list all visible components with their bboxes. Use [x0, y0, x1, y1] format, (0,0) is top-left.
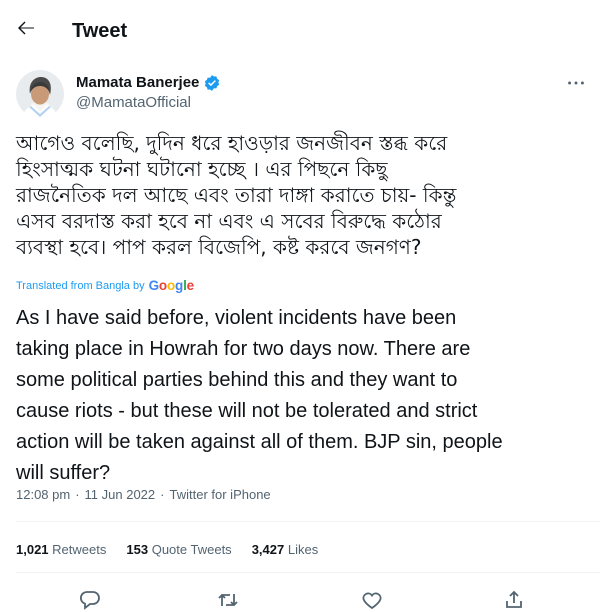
- quotes-count: 153: [126, 542, 149, 557]
- author-name: Mamata Banerjee: [76, 74, 200, 91]
- avatar[interactable]: [16, 70, 64, 118]
- tweet-line: As I have said before, violent incidents…: [16, 307, 457, 329]
- share-icon[interactable]: [502, 588, 526, 612]
- tweet-line: আগেও বলেছি, দুদিন ধরে হাওড়ার জনজীবন স্ত…: [16, 131, 448, 155]
- meta-separator: ·: [160, 487, 165, 502]
- tweet-line: ব্যবস্থা হবে। পাপ করল বিজেপি, কষ্ট করবে …: [16, 235, 422, 259]
- meta-separator: ·: [75, 487, 80, 502]
- tweet-line: some political parties behind this and t…: [16, 369, 458, 391]
- back-arrow-icon[interactable]: [14, 16, 38, 40]
- tweet-line: will suffer?: [16, 462, 111, 484]
- divider: [16, 521, 600, 522]
- page-title: Tweet: [72, 20, 128, 42]
- tweet-text-translated: As I have said before, violent incidents…: [16, 303, 590, 489]
- likes-count: 3,427: [251, 542, 285, 557]
- quotes-label: Quote Tweets: [151, 542, 232, 557]
- retweets-count: 1,021: [16, 542, 49, 557]
- heart-icon[interactable]: [360, 588, 384, 612]
- verified-badge-icon: [203, 74, 221, 92]
- retweet-icon[interactable]: [216, 588, 240, 612]
- tweet-text-original: আগেও বলেছি, দুদিন ধরে হাওড়ার জনজীবন স্ত…: [16, 130, 590, 260]
- tweet-date[interactable]: 11 Jun 2022: [85, 487, 156, 502]
- tweet-line: taking place in Howrah for two days now.…: [16, 338, 471, 360]
- quote-tweets-stat[interactable]: 153 Quote Tweets: [126, 542, 231, 557]
- tweet-stats: 1,021 Retweets 153 Quote Tweets 3,427 Li…: [16, 542, 318, 557]
- tweet-line: cause riots - but these will not be tole…: [16, 400, 478, 422]
- translated-from-label[interactable]: Translated from Bangla by: [16, 280, 145, 292]
- translation-attribution: Translated from Bangla by Google: [16, 278, 194, 293]
- retweets-label: Retweets: [52, 542, 107, 557]
- author-handle[interactable]: @MamataOfficial: [76, 94, 191, 112]
- likes-stat[interactable]: 3,427 Likes: [252, 542, 319, 557]
- retweets-stat[interactable]: 1,021 Retweets: [16, 542, 106, 557]
- divider: [16, 572, 600, 573]
- author-name-row[interactable]: Mamata Banerjee: [76, 74, 221, 92]
- tweet-source[interactable]: Twitter for iPhone: [170, 487, 271, 502]
- tweet-line: এসব বরদাস্ত করা হবে না এবং এ সবের বিরুদ্…: [16, 209, 442, 233]
- likes-label: Likes: [287, 542, 319, 557]
- tweet-line: action will be taken against all of them…: [16, 431, 503, 453]
- google-logo: Google: [148, 278, 195, 293]
- tweet-meta: 12:08 pm · 11 Jun 2022 · Twitter for iPh…: [16, 487, 271, 502]
- reply-icon[interactable]: [78, 588, 102, 612]
- tweet-line: হিংসাত্মক ঘটনা ঘটানো হচ্ছে । এর পিছনে কি…: [16, 157, 388, 181]
- tweet-line: রাজনৈতিক দল আছে এবং তারা দাঙ্গা করাতে চা…: [16, 183, 457, 207]
- tweet-time[interactable]: 12:08 pm: [16, 487, 70, 502]
- top-bar: Tweet: [0, 0, 600, 60]
- more-horizontal-icon[interactable]: [565, 72, 587, 94]
